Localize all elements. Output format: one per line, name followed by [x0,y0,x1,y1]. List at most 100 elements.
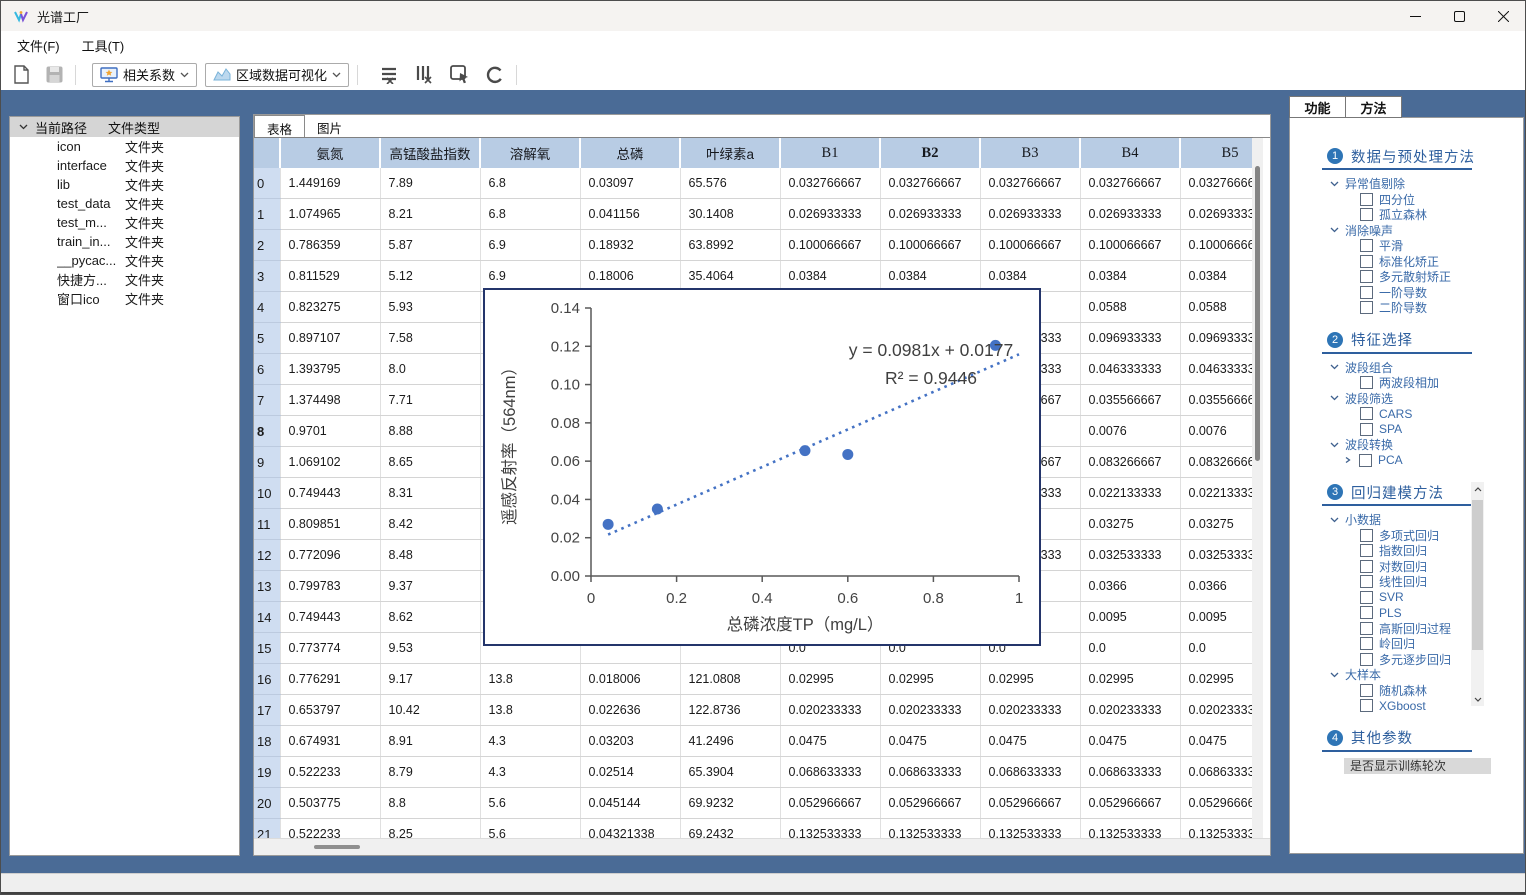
table-cell[interactable]: 0.026933333 [780,199,880,230]
row-index-cell[interactable]: 8 [254,416,280,447]
table-cell[interactable]: 0.0588 [1180,292,1253,323]
method-checkbox[interactable] [1360,407,1373,420]
table-cell[interactable]: 6.9 [480,230,580,261]
table-cell[interactable]: 4.3 [480,726,580,757]
table-cell[interactable]: 0.032766667 [880,168,980,199]
table-cell[interactable]: 5.87 [380,230,480,261]
method-item[interactable]: 多元散射矫正 [1290,269,1523,285]
table-cell[interactable]: 8.31 [380,478,480,509]
file-tree-item[interactable]: lib文件夹 [10,175,239,194]
method-item[interactable]: 两波段相加 [1290,375,1523,391]
table-cell[interactable]: 5.12 [380,261,480,292]
method-checkbox[interactable] [1360,423,1373,436]
row-index-cell[interactable]: 4 [254,292,280,323]
table-cell[interactable]: 0.0366 [1080,571,1180,602]
table-cell[interactable]: 0.046333333 [1080,354,1180,385]
table-cell[interactable]: 0.0475 [1080,726,1180,757]
method-item[interactable]: 线性回归 [1290,574,1523,590]
table-cell[interactable]: 0.776291 [280,664,380,695]
table-cell[interactable]: 9.37 [380,571,480,602]
table-cell[interactable]: 63.8992 [680,230,780,261]
table-cell[interactable]: 30.1408 [680,199,780,230]
table-cell[interactable]: 0.0384 [880,261,980,292]
region-viz-dropdown[interactable]: 区域数据可视化 [205,63,349,87]
file-tree-item[interactable]: test_m...文件夹 [10,213,239,232]
table-cell[interactable]: 0.026933333 [980,199,1080,230]
row-index-cell[interactable]: 2 [254,230,280,261]
table-cell[interactable]: 8.42 [380,509,480,540]
table-cell[interactable]: 0.809851 [280,509,380,540]
method-checkbox[interactable] [1360,529,1373,542]
delete-rows-button[interactable] [374,64,402,86]
table-cell[interactable]: 0.020233333 [1180,695,1253,726]
method-group[interactable]: 大样本 [1290,667,1523,683]
method-item[interactable]: 随机森林 [1290,683,1523,699]
tab-function[interactable]: 功能 [1289,96,1346,118]
table-cell[interactable]: 0.0384 [1180,261,1253,292]
table-cell[interactable]: 9.17 [380,664,480,695]
method-checkbox[interactable] [1359,454,1372,467]
table-cell[interactable]: 0.022133333 [1080,478,1180,509]
chevron-down-icon[interactable] [19,124,28,130]
row-index-cell[interactable]: 9 [254,447,280,478]
tab-image[interactable]: 图片 [305,115,354,137]
table-cell[interactable]: 0.0 [1180,633,1253,664]
table-cell[interactable]: 0.068633333 [780,757,880,788]
scrollbar-thumb[interactable] [314,845,360,849]
method-group[interactable]: 小数据 [1290,512,1523,528]
table-cell[interactable]: 6.8 [480,199,580,230]
table-cell[interactable]: 0.823275 [280,292,380,323]
scroll-down-icon[interactable] [1471,692,1484,706]
method-checkbox[interactable] [1360,193,1373,206]
chevron-right-icon[interactable] [1344,457,1353,463]
row-index-cell[interactable]: 6 [254,354,280,385]
column-header[interactable]: 氨氮 [280,138,380,168]
table-cell[interactable]: 8.79 [380,757,480,788]
method-item[interactable]: 岭回归 [1290,636,1523,652]
table-cell[interactable]: 0.0095 [1180,602,1253,633]
table-cell[interactable]: 0.749443 [280,478,380,509]
table-cell[interactable]: 0.772096 [280,540,380,571]
file-tree-header[interactable]: 当前路径 文件类型 [10,117,239,137]
table-cell[interactable]: 1.069102 [280,447,380,478]
table-cell[interactable]: 0.052966667 [1080,788,1180,819]
row-index-cell[interactable]: 1 [254,199,280,230]
method-item[interactable]: CARS [1290,406,1523,422]
table-cell[interactable]: 0.03203 [580,726,680,757]
table-cell[interactable]: 8.8 [380,788,480,819]
row-index-cell[interactable]: 16 [254,664,280,695]
method-item[interactable]: SPA [1290,422,1523,438]
regression-scrollbar[interactable] [1471,482,1484,706]
method-item[interactable]: XGboost [1290,698,1523,714]
table-cell[interactable]: 0.0588 [1080,292,1180,323]
method-item[interactable]: 对数回归 [1290,559,1523,575]
table-cell[interactable]: 0.020233333 [780,695,880,726]
table-cell[interactable]: 0.786359 [280,230,380,261]
method-checkbox[interactable] [1360,591,1373,604]
table-cell[interactable]: 4.3 [480,757,580,788]
table-cell[interactable]: 13.8 [480,695,580,726]
table-cell[interactable]: 69.9232 [680,788,780,819]
table-cell[interactable]: 7.89 [380,168,480,199]
table-cell[interactable]: 41.2496 [680,726,780,757]
method-checkbox[interactable] [1360,544,1373,557]
scrollbar-thumb[interactable] [1472,500,1483,650]
corner-cell[interactable] [254,138,280,168]
table-cell[interactable]: 0.096933333 [1180,323,1253,354]
table-cell[interactable]: 0.052966667 [980,788,1080,819]
table-cell[interactable]: 35.4064 [680,261,780,292]
method-item[interactable]: PLS [1290,605,1523,621]
table-cell[interactable]: 8.65 [380,447,480,478]
table-cell[interactable]: 0.020233333 [980,695,1080,726]
method-checkbox[interactable] [1360,301,1373,314]
table-cell[interactable]: 0.799783 [280,571,380,602]
method-group[interactable]: 异常值剔除 [1290,176,1523,192]
row-index-cell[interactable]: 17 [254,695,280,726]
table-cell[interactable]: 0.100066667 [1180,230,1253,261]
table-cell[interactable]: 8.0 [380,354,480,385]
row-index-cell[interactable]: 14 [254,602,280,633]
row-index-cell[interactable]: 7 [254,385,280,416]
table-cell[interactable]: 0.035566667 [1180,385,1253,416]
method-item[interactable]: 平滑 [1290,238,1523,254]
table-cell[interactable]: 0.026933333 [880,199,980,230]
